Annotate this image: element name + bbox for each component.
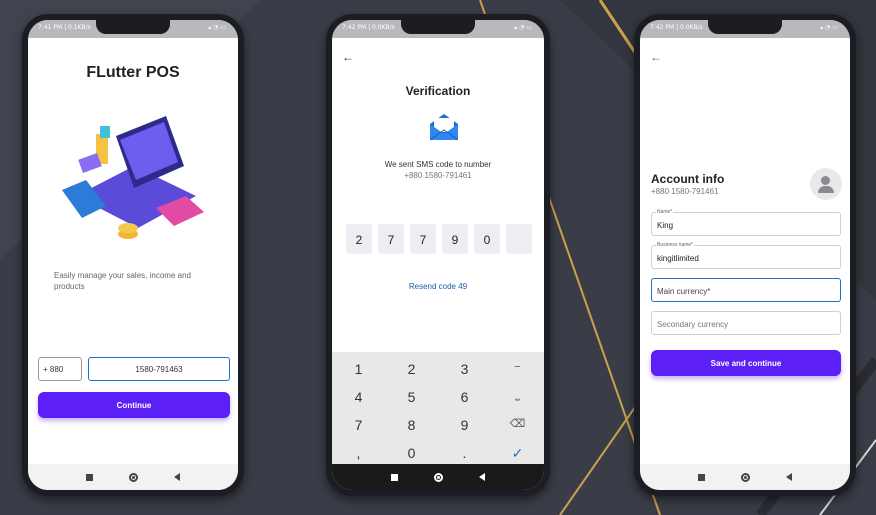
name-label: Name* bbox=[656, 209, 674, 215]
sms-sent-text: We sent SMS code to number bbox=[384, 160, 492, 169]
otp-digit[interactable]: 9 bbox=[442, 224, 468, 254]
otp-input-group[interactable]: 2 7 7 9 0 bbox=[346, 224, 532, 254]
back-icon[interactable] bbox=[174, 473, 180, 481]
otp-digit[interactable]: 7 bbox=[378, 224, 404, 254]
phone-number-input[interactable]: 1580-791463 bbox=[88, 357, 230, 381]
phone-number-text: +880 1580-791461 bbox=[651, 187, 719, 196]
key-5[interactable]: 5 bbox=[385, 384, 438, 412]
status-icons: ▴ ◔ ▭ bbox=[514, 24, 532, 31]
status-time: 7:41 PM | 0.1KB/s bbox=[38, 24, 91, 31]
secondary-currency-field[interactable]: Secondary currency bbox=[651, 311, 841, 335]
avatar-icon[interactable] bbox=[810, 168, 842, 200]
phone-account-info: 7:42 PM | 0.0KB/s ▴ ◔ ▭ ← Account info +8… bbox=[634, 14, 856, 496]
home-icon[interactable] bbox=[741, 472, 750, 482]
status-time: 7:42 PM | 0.0KB/s bbox=[342, 24, 395, 31]
status-time: 7:42 PM | 0.0KB/s bbox=[650, 24, 703, 31]
nav-bar bbox=[640, 464, 850, 490]
login-screen: 7:41 PM | 0.1KB/s ▴ ◔ ▭ FLutter POS Easil… bbox=[28, 20, 238, 490]
notch bbox=[96, 20, 170, 34]
verification-title: Verification bbox=[405, 84, 471, 98]
secondary-currency-placeholder: Secondary currency bbox=[657, 320, 729, 329]
nav-bar bbox=[332, 464, 544, 490]
key-3[interactable]: 3 bbox=[438, 356, 491, 384]
otp-digit[interactable] bbox=[506, 224, 532, 254]
key-8[interactable]: 8 bbox=[385, 412, 438, 440]
recent-apps-icon[interactable] bbox=[391, 473, 398, 481]
continue-button[interactable]: Continue bbox=[38, 392, 230, 418]
home-icon[interactable] bbox=[129, 472, 138, 482]
otp-digit[interactable]: 0 bbox=[474, 224, 500, 254]
country-code-field[interactable]: + 880 bbox=[38, 357, 82, 381]
save-continue-button[interactable]: Save and continue bbox=[651, 350, 841, 376]
app-title: FLutter POS bbox=[86, 64, 180, 81]
key-6[interactable]: 6 bbox=[438, 384, 491, 412]
status-icons: ▴ ◔ ▭ bbox=[208, 24, 226, 31]
recent-apps-icon[interactable] bbox=[86, 473, 93, 481]
name-value: King bbox=[657, 221, 674, 230]
envelope-icon bbox=[429, 114, 459, 141]
back-arrow-icon[interactable]: ← bbox=[342, 50, 354, 64]
main-currency-placeholder: Main currency* bbox=[657, 287, 711, 296]
space-key-icon[interactable]: ⎵ bbox=[491, 384, 544, 412]
business-name-value: kingitlimited bbox=[657, 254, 699, 263]
app-description: Easily manage your sales, income and pro… bbox=[54, 271, 191, 291]
notch bbox=[708, 20, 782, 34]
back-icon[interactable] bbox=[479, 473, 485, 481]
notch bbox=[401, 20, 475, 34]
verification-screen: 7:42 PM | 0.0KB/s ▴ ◔ ▭ ← Verification We… bbox=[332, 20, 544, 490]
nav-bar bbox=[28, 464, 238, 490]
business-name-field[interactable]: Business name* kingitlimited bbox=[651, 242, 841, 269]
key-2[interactable]: 2 bbox=[385, 356, 438, 384]
backspace-icon[interactable]: ⌫ bbox=[491, 412, 544, 440]
status-icons: ▴ ◔ ▭ bbox=[820, 24, 838, 31]
name-field[interactable]: Name* King bbox=[651, 209, 841, 236]
main-currency-field[interactable]: Main currency* bbox=[651, 278, 841, 302]
back-icon[interactable] bbox=[786, 473, 792, 481]
phone-login: 7:41 PM | 0.1KB/s ▴ ◔ ▭ FLutter POS Easil… bbox=[22, 14, 244, 496]
otp-digit[interactable]: 2 bbox=[346, 224, 372, 254]
home-icon[interactable] bbox=[434, 472, 443, 482]
otp-digit[interactable]: 7 bbox=[410, 224, 436, 254]
numeric-keypad: 1 2 3 − 4 5 6 ⎵ 7 8 9 ⌫ , 0 . ✓ bbox=[332, 352, 544, 468]
key-minus[interactable]: − bbox=[491, 356, 544, 384]
account-title: Account info bbox=[651, 172, 725, 186]
key-4[interactable]: 4 bbox=[332, 384, 385, 412]
pos-illustration bbox=[62, 116, 204, 239]
resend-code-link[interactable]: Resend code 49 bbox=[332, 282, 544, 291]
key-7[interactable]: 7 bbox=[332, 412, 385, 440]
key-1[interactable]: 1 bbox=[332, 356, 385, 384]
recent-apps-icon[interactable] bbox=[698, 473, 705, 481]
phone-verification: 7:42 PM | 0.0KB/s ▴ ◔ ▭ ← Verification We… bbox=[326, 14, 550, 496]
account-screen: 7:42 PM | 0.0KB/s ▴ ◔ ▭ ← Account info +8… bbox=[640, 20, 850, 490]
business-name-label: Business name* bbox=[656, 242, 695, 248]
back-arrow-icon[interactable]: ← bbox=[650, 50, 662, 64]
phone-number-text: +880 1580-791461 bbox=[404, 171, 472, 180]
key-9[interactable]: 9 bbox=[438, 412, 491, 440]
